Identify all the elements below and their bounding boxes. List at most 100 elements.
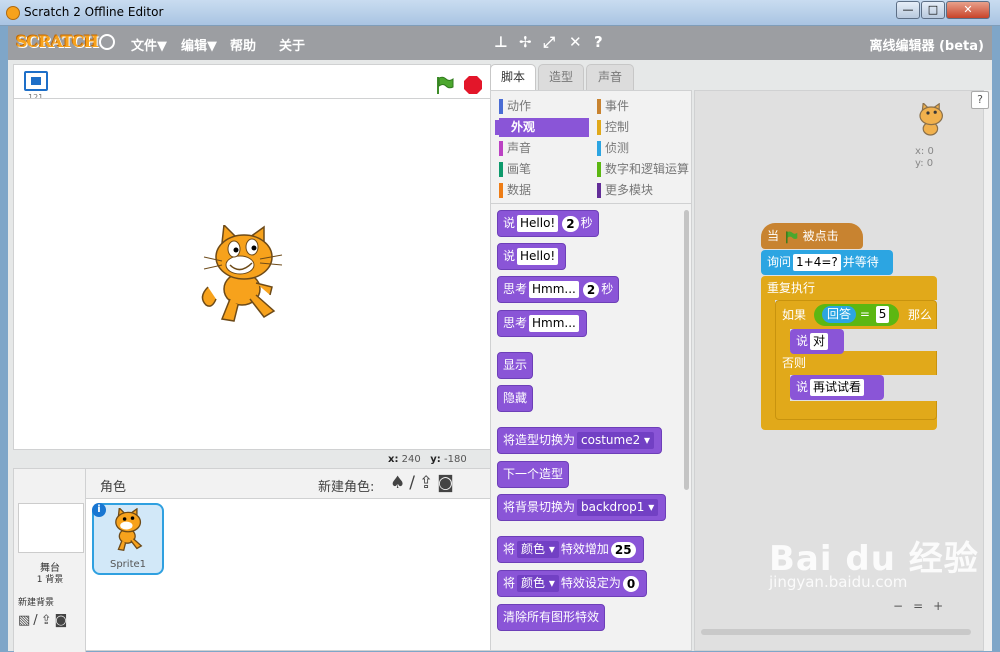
block-say-for-secs[interactable]: 说 Hello! 2 秒 — [497, 210, 599, 237]
green-flag-icon[interactable] — [434, 75, 454, 95]
editor-main: 121 — [8, 60, 992, 652]
ask-question-input[interactable]: 1+4=? — [793, 254, 841, 271]
baidu-watermark-url: jingyan.baidu.com — [769, 573, 908, 591]
category-motion[interactable]: 动作 — [499, 97, 531, 116]
effect-dropdown[interactable]: 颜色 ▾ — [517, 575, 559, 592]
minimize-button[interactable]: — — [896, 1, 920, 19]
effect-set-input[interactable]: 0 — [622, 575, 640, 592]
zoom-out-icon[interactable]: − — [893, 599, 913, 613]
camera-sprite-icon[interactable]: ◙ — [437, 473, 458, 493]
when-flag-clicked-block[interactable]: 当 被点击 — [761, 223, 863, 249]
block-change-effect[interactable]: 将颜色 ▾ 特效增加 25 — [497, 536, 644, 563]
window-titlebar: Scratch 2 Offline Editor — □ ✕ — [0, 0, 1000, 26]
say-text-input[interactable]: Hello! — [517, 248, 559, 265]
block-say[interactable]: 说 Hello! — [497, 243, 567, 270]
backdrop-dropdown[interactable]: backdrop1 ▾ — [577, 499, 659, 516]
info-icon[interactable]: i — [92, 503, 106, 517]
help-question-icon[interactable]: ? — [971, 91, 989, 109]
secs-input[interactable]: 2 — [582, 281, 600, 298]
sprite-y: y: 0 — [915, 158, 934, 169]
shrink-icon[interactable]: ✕ — [569, 33, 582, 51]
category-looks[interactable]: 外观 — [495, 118, 589, 137]
sprite-panel: 舞台 1 背景 新建背景 ▧/⇪◙ 角色 新建角色: ♠/⇪◙ i Sprite… — [13, 468, 491, 652]
block-show[interactable]: 显示 — [497, 352, 534, 379]
presentation-mode-icon[interactable] — [24, 71, 48, 91]
zoom-in-icon[interactable]: + — [933, 599, 953, 613]
category-sensing[interactable]: 侦测 — [597, 139, 629, 158]
think-text-input[interactable]: Hmm... — [529, 281, 579, 298]
language-globe-icon[interactable] — [99, 34, 115, 50]
sprite-library-icon[interactable]: ♠ — [390, 473, 409, 493]
tab-scripts[interactable]: 脚本 — [490, 64, 536, 91]
compare-value-input[interactable]: 5 — [875, 306, 890, 323]
category-events-label: 事件 — [605, 99, 630, 113]
scratch-logo[interactable]: SCRATCH — [16, 32, 99, 51]
blocks-list: 说 Hello! 2 秒 说 Hello! 思考 Hmm... 2 秒 思考 Hmm... 显示… — [491, 203, 691, 651]
if-else-block[interactable]: 如果 回答 = 5 那么 否则 — [775, 300, 938, 420]
stage-thumbnail[interactable] — [18, 503, 84, 553]
stage-canvas[interactable] — [13, 98, 491, 450]
stop-sign-icon[interactable] — [463, 75, 483, 95]
say-try-again-input[interactable]: 再试试看 — [810, 379, 865, 396]
x-label: x: — [388, 454, 399, 465]
cut-scissors-icon[interactable]: ✢ — [519, 33, 532, 51]
block-switch-backdrop[interactable]: 将背景切换为 backdrop1 ▾ — [497, 494, 667, 521]
say-text-input[interactable]: Hello! — [517, 215, 559, 232]
sprite-cat-on-stage[interactable] — [200, 225, 292, 325]
scratch-app-icon — [6, 6, 20, 20]
block-think[interactable]: 思考 Hmm... — [497, 310, 587, 337]
tab-sounds[interactable]: 声音 — [586, 64, 634, 90]
secs-input[interactable]: 2 — [562, 215, 579, 232]
tab-costumes[interactable]: 造型 — [538, 64, 584, 90]
menu-edit[interactable]: 编辑▼ — [181, 35, 217, 54]
think-text-input[interactable]: Hmm... — [529, 315, 579, 332]
category-operators[interactable]: 数字和逻辑运算 — [597, 160, 689, 179]
sprites-header: 角色 新建角色: ♠/⇪◙ — [86, 469, 491, 499]
upload-backdrop-icon[interactable]: ⇪ — [41, 613, 55, 628]
sprite-thumbnail[interactable]: i Sprite1 — [92, 503, 164, 575]
block-clear-effects[interactable]: 清除所有图形特效 — [497, 604, 606, 631]
script-hscrollbar[interactable] — [701, 629, 971, 635]
category-pen[interactable]: 画笔 — [499, 160, 531, 179]
block-think-for-secs[interactable]: 思考 Hmm... 2 秒 — [497, 276, 620, 303]
category-sound[interactable]: 声音 — [499, 139, 531, 158]
effect-dropdown[interactable]: 颜色 ▾ — [517, 541, 559, 558]
new-backdrop-label: 新建背景 — [18, 598, 55, 608]
upload-sprite-icon[interactable]: ⇪ — [419, 473, 437, 493]
mouse-coordinates: x: 240 y: -180 — [388, 454, 467, 465]
costume-dropdown[interactable]: costume2 ▾ — [577, 432, 655, 449]
answer-reporter[interactable]: 回答 — [822, 306, 857, 323]
zoom-reset-icon[interactable]: = — [913, 599, 933, 613]
script-area[interactable]: x: 0 y: 0 当 被点击 询问1+4=?并等待 重复执行 ↲ 如果 回答 … — [694, 90, 984, 651]
say-correct-input[interactable]: 对 — [810, 333, 829, 350]
backdrop-library-icon[interactable]: ▧ — [18, 613, 33, 628]
effect-change-input[interactable]: 25 — [610, 541, 636, 558]
category-sound-label: 声音 — [507, 141, 532, 155]
grow-icon[interactable]: ⤢ — [543, 33, 555, 51]
menu-file[interactable]: 文件▼ — [131, 35, 167, 54]
camera-backdrop-icon[interactable]: ◙ — [55, 613, 71, 628]
ask-and-wait-block[interactable]: 询问 1+4=? 并等待 — [761, 250, 893, 275]
category-more-blocks[interactable]: 更多模块 — [597, 181, 653, 200]
paint-sprite-icon[interactable]: / — [409, 473, 419, 493]
category-control[interactable]: 控制 — [597, 118, 629, 137]
close-button[interactable]: ✕ — [946, 1, 990, 19]
block-set-effect[interactable]: 将颜色 ▾ 特效设定为 0 — [497, 570, 648, 597]
block-switch-costume[interactable]: 将造型切换为 costume2 ▾ — [497, 427, 663, 454]
menu-help[interactable]: 帮助 — [230, 35, 256, 54]
block-hide[interactable]: 隐藏 — [497, 385, 534, 412]
menu-about[interactable]: 关于 — [279, 35, 305, 54]
category-events[interactable]: 事件 — [597, 97, 629, 116]
new-sprite-tools: ♠/⇪◙ — [390, 473, 458, 493]
say-correct-block[interactable]: 说对 — [790, 329, 844, 354]
category-data[interactable]: 数据 — [499, 181, 531, 200]
maximize-button[interactable]: □ — [921, 1, 945, 19]
equals-operator-block[interactable]: 回答 = 5 — [814, 304, 900, 326]
category-looks-label: 外观 — [511, 120, 536, 134]
palette-scrollbar[interactable] — [684, 210, 689, 490]
block-next-costume[interactable]: 下一个造型 — [497, 461, 570, 488]
help-question-icon[interactable]: ? — [594, 33, 603, 51]
say-try-again-block[interactable]: 说再试试看 — [790, 375, 884, 400]
duplicate-stamp-icon[interactable]: ⊥ — [494, 33, 508, 51]
paint-backdrop-icon[interactable]: / — [33, 613, 40, 628]
